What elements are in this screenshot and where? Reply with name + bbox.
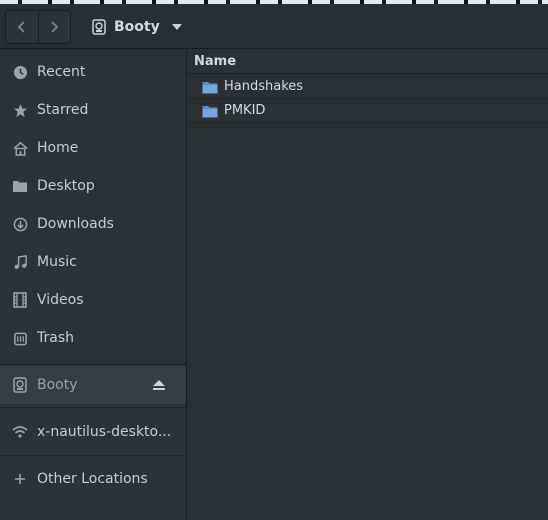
forward-button[interactable] bbox=[39, 11, 71, 43]
file-name: Handshakes bbox=[224, 79, 304, 94]
drive-icon bbox=[92, 19, 106, 35]
chevron-left-icon bbox=[17, 21, 25, 33]
download-icon bbox=[12, 216, 28, 232]
film-icon bbox=[12, 292, 28, 308]
folder-icon bbox=[202, 105, 218, 117]
star-icon bbox=[12, 102, 28, 118]
sidebar-divider bbox=[0, 407, 186, 408]
nav-buttons bbox=[5, 10, 71, 44]
sidebar-item-label: Music bbox=[37, 254, 77, 270]
sidebar-item-videos[interactable]: Videos bbox=[0, 281, 186, 319]
sidebar-item-starred[interactable]: Starred bbox=[0, 91, 186, 129]
folder-icon bbox=[202, 81, 218, 93]
folder-icon bbox=[12, 178, 28, 194]
sidebar-item-network[interactable]: x-nautilus-deskto... bbox=[0, 413, 186, 451]
sidebar-item-label: Trash bbox=[37, 330, 74, 346]
sidebar-item-trash[interactable]: Trash bbox=[0, 319, 186, 357]
sidebar-item-label: Booty bbox=[37, 377, 78, 393]
file-name: PMKID bbox=[224, 103, 266, 118]
sidebar-item-booty[interactable]: Booty bbox=[0, 366, 186, 404]
sidebar-divider bbox=[0, 455, 186, 456]
sidebar-item-recent[interactable]: Recent bbox=[0, 53, 186, 91]
sidebar-item-label: Other Locations bbox=[37, 471, 148, 487]
sidebar-item-other-locations[interactable]: Other Locations bbox=[0, 460, 186, 498]
sidebar-item-label: Downloads bbox=[37, 216, 114, 232]
sidebar-item-home[interactable]: Home bbox=[0, 129, 186, 167]
sidebar-item-label: Videos bbox=[37, 292, 84, 308]
sidebar-divider bbox=[0, 364, 186, 365]
file-list: Name Handshakes PMKID bbox=[187, 50, 548, 520]
sidebar-item-music[interactable]: Music bbox=[0, 243, 186, 281]
sidebar-item-label: Starred bbox=[37, 102, 89, 118]
sidebar-item-label: Home bbox=[37, 140, 79, 156]
chevron-right-icon bbox=[51, 21, 59, 33]
wifi-icon bbox=[12, 424, 28, 440]
table-row[interactable]: Handshakes bbox=[187, 75, 548, 99]
header-bar: Booty bbox=[0, 4, 548, 49]
location-label: Booty bbox=[114, 19, 160, 35]
home-icon bbox=[12, 140, 28, 156]
sidebar: Recent Starred Home Desktop Downloads Mu… bbox=[0, 50, 187, 520]
sidebar-item-label: Recent bbox=[37, 64, 86, 80]
column-header-name[interactable]: Name bbox=[187, 50, 548, 74]
plus-icon bbox=[12, 471, 28, 487]
trash-icon bbox=[12, 330, 28, 346]
back-button[interactable] bbox=[6, 11, 39, 43]
sidebar-item-label: x-nautilus-deskto... bbox=[37, 424, 172, 440]
location-button[interactable]: Booty bbox=[84, 10, 190, 44]
drive-icon bbox=[12, 377, 28, 393]
eject-icon[interactable] bbox=[152, 379, 166, 395]
sidebar-item-label: Desktop bbox=[37, 178, 95, 194]
chevron-down-icon bbox=[171, 24, 182, 30]
music-icon bbox=[12, 254, 28, 270]
table-row[interactable]: PMKID bbox=[187, 99, 548, 123]
sidebar-item-desktop[interactable]: Desktop bbox=[0, 167, 186, 205]
sidebar-item-downloads[interactable]: Downloads bbox=[0, 205, 186, 243]
clock-icon bbox=[12, 64, 28, 80]
